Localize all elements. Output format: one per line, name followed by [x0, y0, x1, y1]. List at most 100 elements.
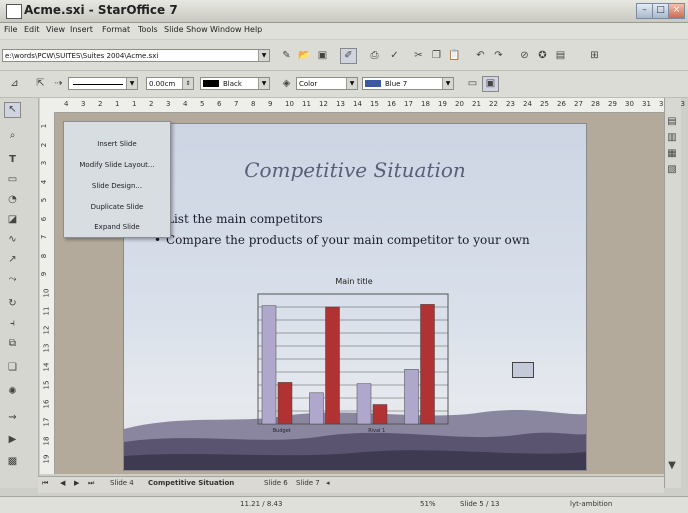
menu-slideshow[interactable]: Slide Show — [164, 25, 208, 34]
first-slide-icon[interactable]: ⏮ — [42, 479, 48, 488]
line-style-select[interactable]: ▼ — [68, 77, 138, 90]
last-slide-icon[interactable]: ⏭ — [88, 479, 94, 488]
tab-competitive-situation[interactable]: Competitive Situation — [148, 479, 234, 487]
outline-view-icon[interactable]: ▥ — [665, 130, 679, 146]
edit-file-icon[interactable]: ✎ — [278, 48, 295, 64]
tab-slide-7[interactable]: Slide 7 — [296, 479, 320, 487]
slideshow-icon[interactable]: ▶ — [4, 432, 21, 448]
slide-canvas[interactable]: Competitive Situation • List the main co… — [123, 123, 587, 471]
x-tick-label: Rival 1 — [368, 428, 385, 434]
scroll-down-icon[interactable]: ▼ — [665, 458, 679, 474]
prev-slide-icon[interactable]: ◀ — [60, 479, 65, 487]
menu-item-slide-design[interactable]: Slide Design... — [64, 182, 170, 190]
effects-icon[interactable]: ✺ — [4, 384, 21, 400]
menu-help[interactable]: Help — [244, 25, 262, 34]
chevron-down-icon[interactable]: ▼ — [126, 78, 137, 89]
x-tick-label: Budget — [273, 428, 291, 434]
interaction-icon[interactable]: ⇝ — [4, 410, 21, 426]
view-icon[interactable]: ▤ — [665, 114, 679, 130]
line-color-select[interactable]: Black ▼ — [200, 77, 270, 90]
connector-icon[interactable]: ⤳ — [4, 272, 21, 288]
arrange-icon[interactable]: ⧉ — [4, 336, 21, 352]
ellipse-icon[interactable]: ◔ — [4, 192, 21, 208]
lines-arrows-icon[interactable]: ↗ — [4, 252, 21, 268]
bar-chart[interactable]: Main title Budget Rival 1 — [236, 274, 476, 444]
line-ends-icon[interactable]: ⇱ — [32, 76, 49, 92]
ruler-tick-label: 4 — [64, 100, 69, 108]
cut-icon[interactable]: ✂ — [410, 48, 427, 64]
rectangle-icon[interactable]: ▭ — [4, 172, 21, 188]
notes-view-icon[interactable]: ▦ — [665, 146, 679, 162]
spellcheck-icon[interactable]: ✓ — [386, 48, 403, 64]
spinner-icon[interactable]: ⇕ — [182, 78, 193, 89]
tab-slide-4[interactable]: Slide 4 — [110, 479, 134, 487]
zoom-icon[interactable]: ⌕ — [4, 128, 21, 144]
slide-title[interactable]: Competitive Situation — [124, 158, 586, 182]
curve-icon[interactable]: ∿ — [4, 232, 21, 248]
line-style-icon[interactable]: ⇢ — [50, 76, 67, 92]
paste-icon[interactable]: 📋 — [446, 48, 463, 64]
chart-x-labels: Budget Rival 1 — [273, 428, 386, 434]
ruler-tick-label: 17 — [404, 100, 413, 108]
menu-view[interactable]: View — [46, 25, 65, 34]
line-width-field[interactable]: 0.00cm ⇕ — [146, 77, 194, 90]
fill-icon[interactable]: ▣ — [482, 76, 499, 92]
undo-icon[interactable]: ↶ — [472, 48, 489, 64]
minimize-button[interactable]: – — [636, 3, 653, 19]
edit-points-icon[interactable]: ⊿ — [6, 76, 23, 92]
maximize-button[interactable]: □ — [652, 3, 669, 19]
ruler-tick-label: 10 — [285, 100, 294, 108]
chevron-down-icon[interactable]: ▼ — [442, 78, 453, 89]
alignment-icon[interactable]: ⫞ — [4, 316, 21, 332]
menu-tools[interactable]: Tools — [138, 25, 158, 34]
chevron-down-icon[interactable]: ▼ — [258, 78, 269, 89]
chevron-down-icon[interactable]: ▼ — [258, 50, 269, 61]
area-style-value: Color — [299, 80, 318, 88]
vertical-scrollbar[interactable]: ▤ ▥ ▦ ▧ ▼ — [664, 98, 681, 488]
area-color-select[interactable]: Blue 7 ▼ — [362, 77, 454, 90]
bullet-item[interactable]: • List the main competitors — [154, 212, 546, 226]
chevron-down-icon[interactable]: ▼ — [346, 78, 357, 89]
select-arrow-icon[interactable]: ↖ — [4, 102, 21, 118]
chart-legend[interactable] — [512, 362, 534, 378]
hyperlink-icon[interactable]: ⊘ — [516, 48, 533, 64]
copy-icon[interactable]: ❐ — [428, 48, 445, 64]
print-icon[interactable]: ⎙ — [366, 48, 383, 64]
bullet-item[interactable]: • Compare the products of your main comp… — [154, 232, 546, 248]
3d-object-icon[interactable]: ◪ — [4, 212, 21, 228]
tab-scroll-icon[interactable]: ◂ — [326, 479, 330, 487]
save-icon[interactable]: ▣ — [314, 48, 331, 64]
menu-edit[interactable]: Edit — [24, 25, 40, 34]
insert-object-icon[interactable]: ❑ — [4, 360, 21, 376]
ruler-tick-label: 26 — [557, 100, 566, 108]
path-field[interactable]: e:\words\PCW\SUITES\Suites 2004\Acme.sxi… — [2, 49, 270, 62]
datasource-icon[interactable]: ⊞ — [586, 48, 603, 64]
navigator-icon[interactable]: ✪ — [534, 48, 551, 64]
area-fill-icon[interactable]: ◈ — [278, 76, 295, 92]
tab-slide-6[interactable]: Slide 6 — [264, 479, 288, 487]
menu-item-modify-layout[interactable]: Modify Slide Layout... — [64, 161, 170, 169]
menu-window[interactable]: Window — [210, 25, 242, 34]
main-toolbar: ↖ ⌕ T ▭ ◔ ◪ ∿ ↗ ⤳ ↻ ⫞ ⧉ ❑ ✺ ⇝ ▶ ▩ — [0, 98, 39, 488]
menu-item-insert-slide[interactable]: Insert Slide — [64, 140, 170, 148]
next-slide-icon[interactable]: ▶ — [74, 479, 79, 487]
rotate-icon[interactable]: ↻ — [4, 296, 21, 312]
edit-mode-icon[interactable]: ✐ — [340, 48, 357, 64]
area-style-select[interactable]: Color ▼ — [296, 77, 358, 90]
handout-view-icon[interactable]: ▧ — [665, 162, 679, 178]
menu-insert[interactable]: Insert — [70, 25, 93, 34]
menu-file[interactable]: File — [4, 25, 17, 34]
menu-format[interactable]: Format — [102, 25, 130, 34]
redo-icon[interactable]: ↷ — [490, 48, 507, 64]
text-icon[interactable]: T — [4, 152, 21, 168]
open-icon[interactable]: 📂 — [296, 48, 313, 64]
layout-name: lyt-ambition — [570, 500, 613, 508]
gallery-tool-icon[interactable]: ▩ — [4, 454, 21, 470]
gallery-icon[interactable]: ▤ — [552, 48, 569, 64]
close-button[interactable]: × — [668, 3, 685, 19]
menu-item-duplicate-slide[interactable]: Duplicate Slide — [64, 203, 170, 211]
line-area-toolbar: ⊿ ⇱ ⇢ ▼ 0.00cm ⇕ Black ▼ ◈ Color ▼ Blue … — [0, 71, 688, 98]
shadow-icon[interactable]: ▭ — [464, 76, 481, 92]
zoom-level[interactable]: 51% — [420, 500, 436, 508]
menu-item-expand-slide[interactable]: Expand Slide — [64, 223, 170, 231]
